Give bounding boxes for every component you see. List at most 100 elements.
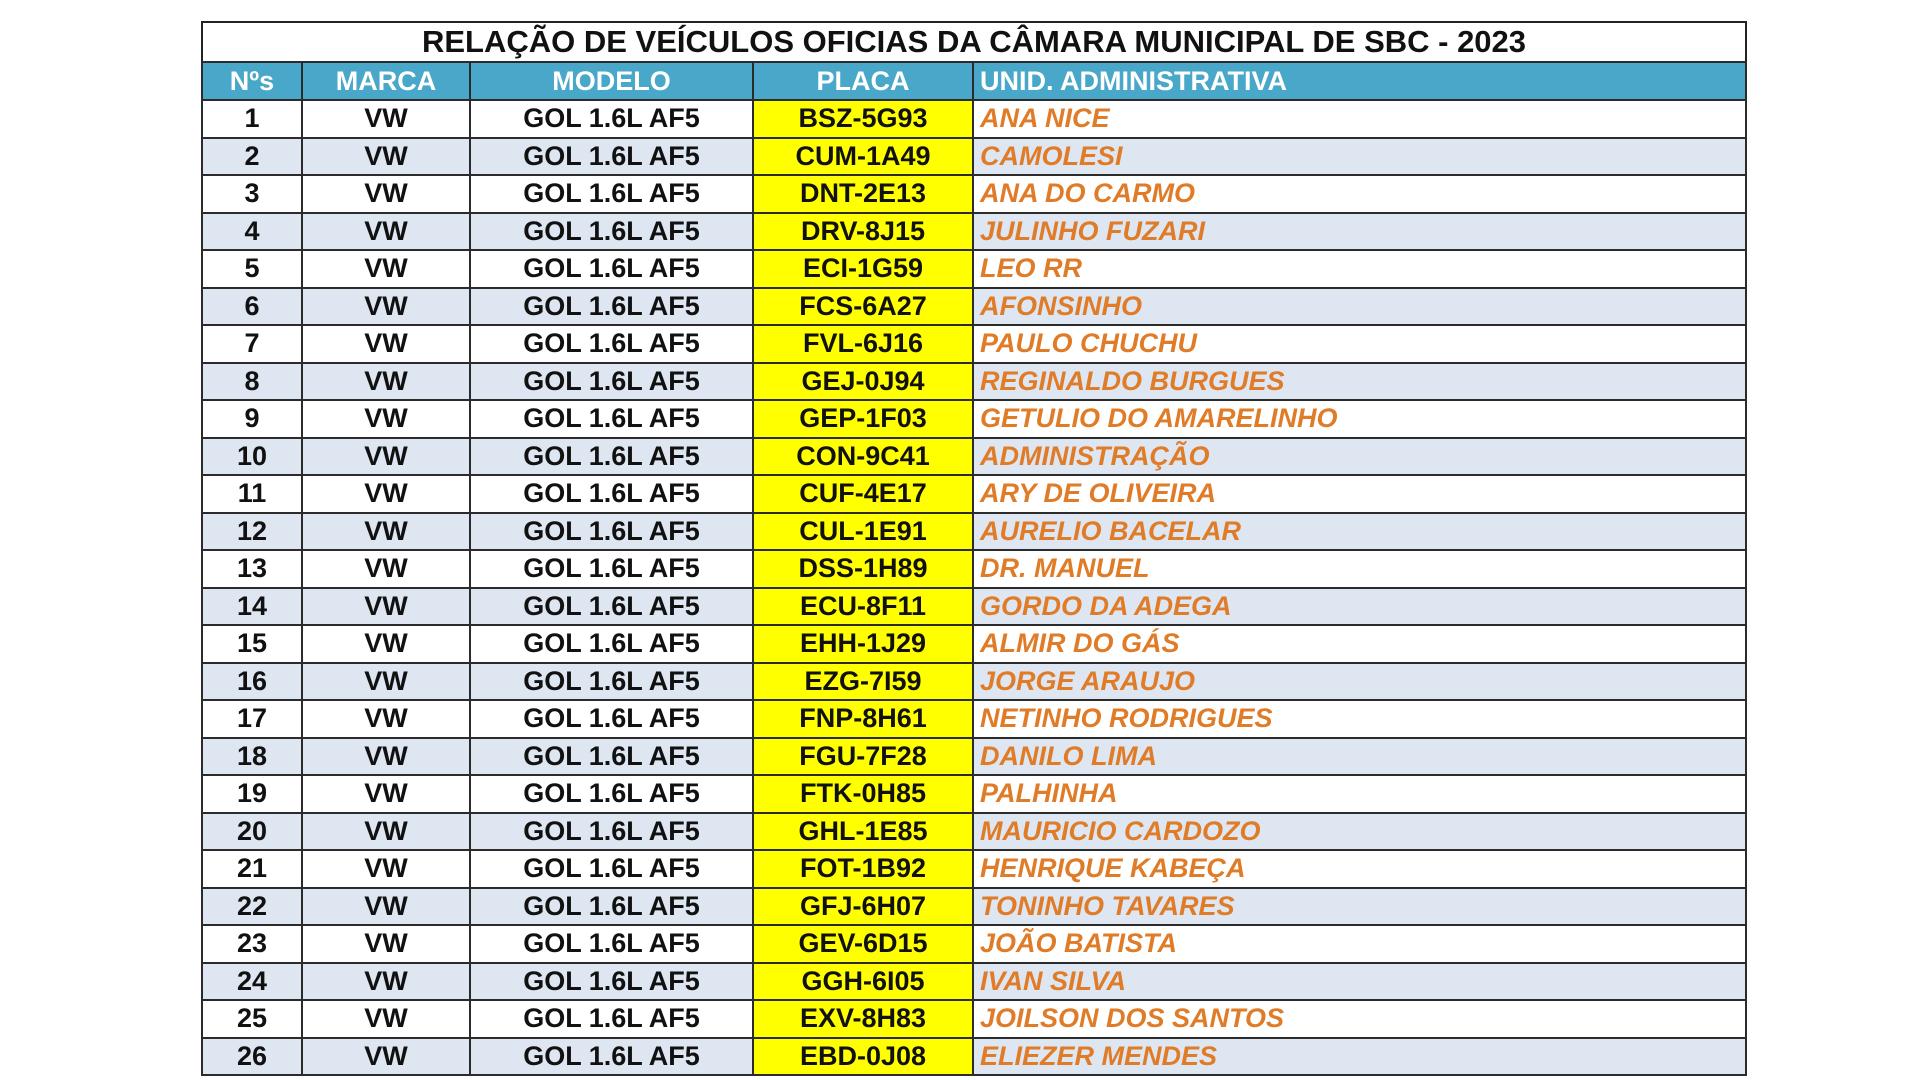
cell-model: GOL 1.6L AF5 — [469, 249, 754, 289]
cell-plate: GFJ-6H07 — [752, 886, 974, 926]
cell-model: GOL 1.6L AF5 — [469, 324, 754, 364]
table-row: 3 VW GOL 1.6L AF5 DNT-2E13 ANA DO CARMO — [201, 174, 1748, 214]
cell-brand: VW — [301, 736, 471, 776]
cell-brand: VW — [301, 511, 471, 551]
cell-brand: VW — [301, 586, 471, 626]
cell-number: 22 — [201, 886, 303, 926]
cell-number: 18 — [201, 736, 303, 776]
table-row: 6 VW GOL 1.6L AF5 FCS-6A27 AFONSINHO — [201, 286, 1748, 326]
cell-model: GOL 1.6L AF5 — [469, 136, 754, 176]
cell-brand: VW — [301, 661, 471, 701]
cell-brand: VW — [301, 961, 471, 1001]
table-head: RELAÇÃO DE VEÍCULOS OFICIAS DA CÂMARA MU… — [200, 21, 1748, 101]
cell-number: 12 — [201, 511, 303, 551]
cell-number: 19 — [201, 774, 303, 814]
table-row: 2 VW GOL 1.6L AF5 CUM-1A49 CAMOLESI — [201, 136, 1748, 176]
cell-number: 9 — [201, 399, 303, 439]
cell-admin-unit: HENRIQUE KABEÇA — [971, 849, 1748, 889]
table-row: 7 VW GOL 1.6L AF5 FVL-6J16 PAULO CHUCHU — [201, 324, 1748, 364]
cell-number: 1 — [201, 99, 303, 139]
cell-model: GOL 1.6L AF5 — [469, 399, 754, 439]
cell-admin-unit: LEO RR — [971, 249, 1748, 289]
cell-model: GOL 1.6L AF5 — [469, 286, 754, 326]
cell-number: 4 — [201, 211, 303, 251]
cell-number: 16 — [201, 661, 303, 701]
table-row: 20 VW GOL 1.6L AF5 GHL-1E85 MAURICIO CARDOZO — [201, 811, 1748, 851]
cell-model: GOL 1.6L AF5 — [469, 811, 754, 851]
cell-brand: VW — [301, 699, 471, 739]
table-row: 14 VW GOL 1.6L AF5 ECU-8F11 GORDO DA ADEGA — [201, 586, 1748, 626]
cell-plate: CUL-1E91 — [752, 511, 974, 551]
table-row: 4 VW GOL 1.6L AF5 DRV-8J15 JULINHO FUZARI — [201, 211, 1748, 251]
document-title: RELAÇÃO DE VEÍCULOS OFICIAS DA CÂMARA MU… — [200, 21, 1748, 63]
cell-model: GOL 1.6L AF5 — [469, 511, 754, 551]
cell-admin-unit: NETINHO RODRIGUES — [971, 699, 1748, 739]
cell-number: 15 — [201, 624, 303, 664]
cell-admin-unit: JOÃO BATISTA — [971, 924, 1748, 964]
cell-admin-unit: DANILO LIMA — [971, 736, 1748, 776]
cell-model: GOL 1.6L AF5 — [469, 961, 754, 1001]
cell-brand: VW — [301, 361, 471, 401]
cell-plate: GEV-6D15 — [752, 924, 974, 964]
table-row: 8 VW GOL 1.6L AF5 GEJ-0J94 REGINALDO BURGUES — [201, 361, 1748, 401]
cell-admin-unit: MAURICIO CARDOZO — [971, 811, 1748, 851]
cell-model: GOL 1.6L AF5 — [469, 661, 754, 701]
column-header-model: MODELO — [469, 61, 754, 101]
table-row: 12 VW GOL 1.6L AF5 CUL-1E91 AURELIO BACELAR — [201, 511, 1748, 551]
cell-plate: GEJ-0J94 — [752, 361, 974, 401]
table-row: 24 VW GOL 1.6L AF5 GGH-6I05 IVAN SILVA — [201, 961, 1748, 1001]
cell-brand: VW — [301, 286, 471, 326]
cell-number: 21 — [201, 849, 303, 889]
cell-admin-unit: ALMIR DO GÁS — [971, 624, 1748, 664]
cell-number: 3 — [201, 174, 303, 214]
cell-model: GOL 1.6L AF5 — [469, 886, 754, 926]
cell-plate: EZG-7I59 — [752, 661, 974, 701]
cell-plate: GHL-1E85 — [752, 811, 974, 851]
cell-brand: VW — [301, 136, 471, 176]
cell-model: GOL 1.6L AF5 — [469, 924, 754, 964]
cell-admin-unit: REGINALDO BURGUES — [971, 361, 1748, 401]
cell-number: 17 — [201, 699, 303, 739]
cell-number: 26 — [201, 1036, 303, 1076]
cell-model: GOL 1.6L AF5 — [469, 736, 754, 776]
cell-admin-unit: ARY DE OLIVEIRA — [971, 474, 1748, 514]
table-row: 17 VW GOL 1.6L AF5 FNP-8H61 NETINHO RODRIGUE… — [201, 699, 1748, 739]
cell-brand: VW — [301, 99, 471, 139]
cell-model: GOL 1.6L AF5 — [469, 699, 754, 739]
cell-plate: CUF-4E17 — [752, 474, 974, 514]
cell-admin-unit: ELIEZER MENDES — [971, 1036, 1748, 1076]
table-row: 26 VW GOL 1.6L AF5 EBD-0J08 ELIEZER MENDES — [201, 1036, 1748, 1076]
cell-number: 8 — [201, 361, 303, 401]
vehicle-table: RELAÇÃO DE VEÍCULOS OFICIAS DA CÂMARA MU… — [200, 21, 1748, 1076]
cell-plate: DRV-8J15 — [752, 211, 974, 251]
cell-plate: FOT-1B92 — [752, 849, 974, 889]
cell-plate: GEP-1F03 — [752, 399, 974, 439]
cell-number: 13 — [201, 549, 303, 589]
cell-model: GOL 1.6L AF5 — [469, 474, 754, 514]
cell-number: 7 — [201, 324, 303, 364]
cell-brand: VW — [301, 474, 471, 514]
cell-brand: VW — [301, 849, 471, 889]
table-row: 9 VW GOL 1.6L AF5 GEP-1F03 GETULIO DO AMAREL… — [201, 399, 1748, 439]
cell-admin-unit: GORDO DA ADEGA — [971, 586, 1748, 626]
cell-brand: VW — [301, 886, 471, 926]
cell-admin-unit: PALHINHA — [971, 774, 1748, 814]
cell-model: GOL 1.6L AF5 — [469, 99, 754, 139]
cell-number: 25 — [201, 999, 303, 1039]
cell-admin-unit: TONINHO TAVARES — [971, 886, 1748, 926]
cell-model: GOL 1.6L AF5 — [469, 624, 754, 664]
cell-plate: CUM-1A49 — [752, 136, 974, 176]
cell-model: GOL 1.6L AF5 — [469, 1036, 754, 1076]
cell-admin-unit: IVAN SILVA — [971, 961, 1748, 1001]
column-header-admin-unit: UNID. ADMINISTRATIVA — [971, 61, 1748, 101]
cell-plate: CON-9C41 — [752, 436, 974, 476]
cell-number: 6 — [201, 286, 303, 326]
cell-plate: FCS-6A27 — [752, 286, 974, 326]
column-header-plate: PLACA — [752, 61, 974, 101]
table-row: 23 VW GOL 1.6L AF5 GEV-6D15 JOÃO BATISTA — [201, 924, 1748, 964]
cell-number: 11 — [201, 474, 303, 514]
cell-model: GOL 1.6L AF5 — [469, 774, 754, 814]
cell-plate: FGU-7F28 — [752, 736, 974, 776]
cell-admin-unit: JORGE ARAUJO — [971, 661, 1748, 701]
cell-plate: ECI-1G59 — [752, 249, 974, 289]
